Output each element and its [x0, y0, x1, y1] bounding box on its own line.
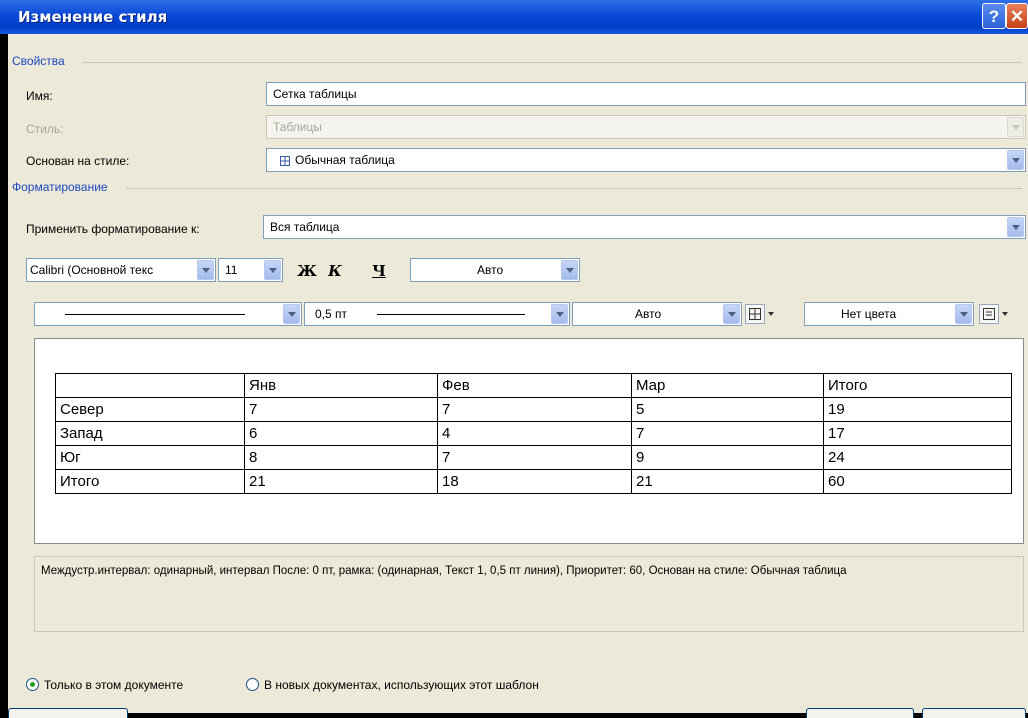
style-type-label: Стиль: — [26, 122, 64, 136]
group-divider — [82, 62, 1022, 63]
alignment-dropdown-icon[interactable] — [1002, 312, 1008, 316]
table-cell: 24 — [823, 445, 1012, 470]
this-document-radio[interactable] — [26, 678, 39, 691]
bold-button[interactable]: Ж — [296, 260, 318, 282]
formatting-group-label: Форматирование — [12, 180, 108, 194]
table-cell: 8 — [244, 445, 438, 470]
chevron-down-icon[interactable] — [955, 304, 972, 324]
preview-table: Янв Фев Мар Итого Север 7 7 5 19 Запад 6… — [55, 373, 1012, 494]
table-cell: Юг — [55, 445, 245, 470]
table-cell: 5 — [631, 397, 824, 422]
table-cell: 7 — [437, 397, 632, 422]
underline-button[interactable]: Ч — [368, 260, 390, 282]
style-description: Междустр.интервал: одинарный, интервал П… — [41, 565, 847, 577]
cell-alignment-icon — [983, 308, 995, 320]
this-document-label[interactable]: Только в этом документе — [44, 678, 183, 692]
line-style-sample — [65, 314, 245, 315]
font-color-select[interactable]: Авто — [410, 258, 580, 282]
style-type-value: Таблицы — [273, 120, 323, 134]
properties-group-label: Свойства — [12, 54, 65, 68]
border-color-select[interactable]: Авто — [572, 302, 742, 326]
table-cell: 7 — [437, 445, 632, 470]
table-row: Итого 21 18 21 60 — [55, 469, 1012, 494]
line-weight-sample — [377, 314, 525, 315]
ok-button[interactable] — [806, 708, 914, 718]
apply-to-value: Вся таблица — [270, 220, 340, 234]
table-cell: Итого — [823, 373, 1012, 398]
table-row: Север 7 7 5 19 — [55, 397, 1012, 422]
table-cell: 7 — [631, 421, 824, 446]
line-style-select[interactable] — [34, 302, 302, 326]
table-cell: 17 — [823, 421, 1012, 446]
cancel-button[interactable] — [922, 708, 1026, 718]
based-on-select[interactable]: Обычная таблица — [266, 148, 1026, 172]
table-cell: Итого — [55, 469, 245, 494]
border-color-value: Авто — [635, 307, 662, 321]
table-row: Янв Фев Мар Итого — [55, 373, 1012, 398]
font-name-value: Calibri (Основной текс — [30, 263, 154, 277]
table-cell: Янв — [244, 373, 438, 398]
table-cell: Запад — [55, 421, 245, 446]
chevron-down-icon[interactable] — [723, 304, 740, 324]
italic-button[interactable]: К — [324, 260, 346, 282]
template-radio[interactable] — [246, 678, 259, 691]
table-cell: 4 — [437, 421, 632, 446]
table-cell: 21 — [631, 469, 824, 494]
table-cell: Север — [55, 397, 245, 422]
chevron-down-icon[interactable] — [264, 260, 281, 280]
table-cell: Мар — [631, 373, 824, 398]
based-on-label: Основан на стиле: — [26, 154, 130, 168]
chevron-down-icon[interactable] — [551, 304, 568, 324]
borders-dropdown-icon[interactable] — [768, 312, 774, 316]
chevron-down-icon[interactable] — [1007, 150, 1024, 170]
line-weight-value: 0,5 пт — [315, 307, 348, 321]
table-cell: 9 — [631, 445, 824, 470]
shading-select[interactable]: Нет цвета — [804, 302, 974, 326]
modify-style-dialog: Изменение стиля ? ✕ Свойства Имя: Сетка … — [0, 0, 1028, 718]
table-cell: 60 — [823, 469, 1012, 494]
borders-button[interactable] — [745, 304, 765, 324]
alignment-button[interactable] — [979, 304, 999, 324]
table-grid-icon — [280, 156, 290, 166]
dialog-body: Свойства Имя: Сетка таблицы Стиль: Табли… — [8, 34, 1028, 718]
based-on-value: Обычная таблица — [295, 153, 395, 167]
font-name-select[interactable]: Calibri (Основной текс — [26, 258, 216, 282]
line-weight-select[interactable]: 0,5 пт — [304, 302, 570, 326]
style-preview: Янв Фев Мар Итого Север 7 7 5 19 Запад 6… — [34, 338, 1024, 544]
name-value: Сетка таблицы — [273, 87, 357, 101]
table-cell: 19 — [823, 397, 1012, 422]
group-divider — [126, 188, 1022, 189]
borders-grid-icon — [749, 308, 761, 320]
help-button[interactable]: ? — [982, 3, 1006, 29]
font-size-select[interactable]: 11 — [218, 258, 283, 282]
table-cell: 21 — [244, 469, 438, 494]
table-cell: 18 — [437, 469, 632, 494]
apply-to-label: Применить форматирование к: — [26, 222, 200, 236]
name-field[interactable]: Сетка таблицы — [266, 82, 1026, 106]
chevron-down-icon[interactable] — [1007, 217, 1024, 237]
style-type-select: Таблицы — [266, 115, 1026, 139]
chevron-down-icon[interactable] — [197, 260, 214, 280]
font-color-value: Авто — [477, 263, 504, 277]
style-description-box: Междустр.интервал: одинарный, интервал П… — [34, 556, 1024, 632]
title-bar[interactable]: Изменение стиля ? ✕ — [0, 0, 1028, 34]
table-cell: 6 — [244, 421, 438, 446]
chevron-down-icon — [1007, 117, 1024, 137]
chevron-down-icon[interactable] — [561, 260, 578, 280]
dialog-title: Изменение стиля — [18, 8, 168, 26]
font-size-value: 11 — [225, 263, 238, 277]
template-label[interactable]: В новых документах, использующих этот ша… — [264, 678, 539, 692]
format-button[interactable] — [8, 708, 128, 718]
table-cell: Фев — [437, 373, 632, 398]
close-button[interactable]: ✕ — [1006, 3, 1028, 29]
name-label: Имя: — [26, 89, 53, 103]
table-cell: 7 — [244, 397, 438, 422]
shading-value: Нет цвета — [841, 307, 897, 321]
table-row: Запад 6 4 7 17 — [55, 421, 1012, 446]
table-row: Юг 8 7 9 24 — [55, 445, 1012, 470]
table-cell — [55, 373, 245, 398]
apply-to-select[interactable]: Вся таблица — [263, 215, 1026, 239]
chevron-down-icon[interactable] — [283, 304, 300, 324]
